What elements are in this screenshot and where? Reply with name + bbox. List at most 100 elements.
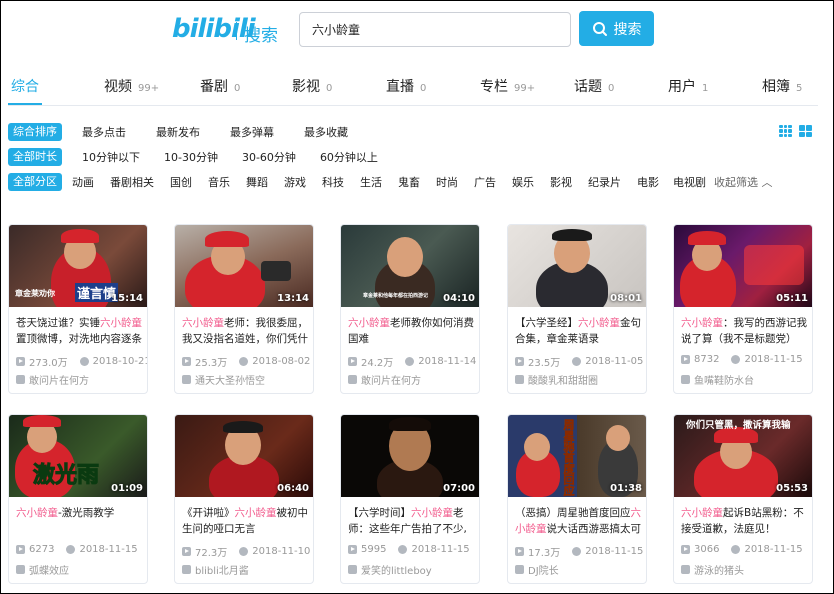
uploader[interactable]: 通天大圣孙悟空 [182, 372, 265, 387]
video-card[interactable]: 你们只管黑，撒诉算我输 05:53 六小龄童起诉B站黑粉：不接受道歉，法庭见！ … [673, 414, 813, 584]
tab-bangumi[interactable]: 番剧 0 [200, 76, 240, 96]
video-title[interactable]: 苍天饶过谁？实锤六小龄童置顶微博，对洗地内容逐条 [16, 315, 144, 347]
video-card[interactable]: 激光雨 01:09 六小龄童-激光雨教学 6273 2018-11-15 弧蝶效应 [8, 414, 148, 584]
filter-duration-item[interactable]: 60分钟以上 [320, 149, 378, 165]
uploader[interactable]: 游泳的猪头 [681, 562, 744, 577]
tab-live[interactable]: 直播 0 [386, 76, 426, 96]
tab-count: 99+ [514, 83, 536, 94]
filter-duration-item[interactable]: 30-60分钟 [242, 149, 296, 165]
filter-duration-item[interactable]: 10分钟以下 [82, 149, 140, 165]
filter-zone-item[interactable]: 生活 [360, 174, 382, 190]
search-box[interactable] [299, 12, 571, 47]
filter-zone-item[interactable]: 影视 [550, 174, 572, 190]
filter-zone-active[interactable]: 全部分区 [8, 173, 62, 191]
video-duration: 01:38 [610, 483, 642, 494]
video-card[interactable]: 07:00 【六学时间】六小龄童老师：这些年广告拍了不少, 5995 2018-1… [340, 414, 480, 584]
video-title[interactable]: 六小龄童老师教你如何消费国难 [348, 315, 476, 347]
filter-zone-item[interactable]: 鬼畜 [398, 174, 420, 190]
uploader[interactable]: 鱼嘴鞋防水台 [681, 372, 754, 387]
filter-zone-item[interactable]: 科技 [322, 174, 344, 190]
tab-album[interactable]: 相簿 5 [762, 76, 802, 96]
title-highlight: 六小龄童 [234, 507, 277, 519]
video-card[interactable]: 08:01 【六学圣经】六小龄童金句合集，章金莱语录 23.5万 2018-11-… [507, 224, 647, 394]
video-card[interactable]: 章金莱劝你 谨言慎 15:14 苍天饶过谁？实锤六小龄童置顶微博，对洗地内容逐条… [8, 224, 148, 394]
tab-user[interactable]: 用户 1 [668, 76, 708, 96]
video-thumbnail[interactable]: 06:40 [175, 415, 313, 497]
upload-date: 2018-11-10 [252, 546, 311, 557]
video-title[interactable]: 六小龄童老师：我很委屈，我又没指名道姓，你们凭什 [182, 315, 310, 347]
filter-duration-active[interactable]: 全部时长 [8, 148, 62, 166]
filter-zone-item[interactable]: 电视剧 [673, 174, 706, 190]
grid-view-icon[interactable] [779, 125, 792, 137]
uploader-name: blibli北月酱 [195, 566, 249, 577]
video-title[interactable]: （恶搞）周星驰首度回应六小龄童说大话西游恶搞太可 [515, 505, 643, 537]
filter-zone-item[interactable]: 动画 [72, 174, 94, 190]
upload-date: 2018-10-21 [92, 356, 148, 367]
tab-all[interactable]: 综合 [11, 76, 39, 96]
filter-zone-item[interactable]: 国创 [170, 174, 192, 190]
tab-count: 0 [326, 83, 333, 94]
search-input[interactable] [300, 13, 570, 46]
filter-duration-item[interactable]: 10-30分钟 [164, 149, 218, 165]
video-thumbnail[interactable]: 你们只管黑，撒诉算我输 05:53 [674, 415, 812, 497]
video-duration: 05:53 [776, 483, 808, 494]
filter-zone-item[interactable]: 番剧相关 [110, 174, 154, 190]
uploader[interactable]: 敢问片在何方 [348, 372, 421, 387]
large-grid-view-icon[interactable] [799, 125, 812, 137]
search-button[interactable]: 搜索 [579, 11, 654, 46]
tab-video[interactable]: 视频 99+ [104, 76, 159, 96]
filter-zone-item[interactable]: 纪录片 [588, 174, 621, 190]
video-title[interactable]: 六小龄童起诉B站黑粉：不接受道歉，法庭见！ [681, 505, 809, 537]
filter-zone-item[interactable]: 时尚 [436, 174, 458, 190]
user-icon [681, 565, 690, 574]
title-highlight: 六小龄童 [100, 317, 142, 329]
filter-zone-item[interactable]: 音乐 [208, 174, 230, 190]
video-title[interactable]: 【六学圣经】六小龄童金句合集，章金莱语录 [515, 315, 643, 347]
filter-zone-item[interactable]: 舞蹈 [246, 174, 268, 190]
play-count-icon [348, 357, 357, 366]
tab-topic[interactable]: 话题 0 [574, 76, 614, 96]
play-count-icon [515, 547, 524, 556]
video-thumbnail[interactable]: 章金莱和他每年都在拍西游记 04:10 [341, 225, 479, 307]
video-title[interactable]: 《开讲啦》六小龄童被初中生问的哑口无言 [182, 505, 310, 537]
filter-order-active[interactable]: 综合排序 [8, 123, 62, 141]
uploader[interactable]: 爱笑的littleboy [348, 562, 432, 577]
video-title[interactable]: 六小龄童：我写的西游记我说了算（我不是标题党） [681, 315, 809, 347]
tab-label: 视频 [104, 79, 132, 95]
uploader[interactable]: 弧蝶效应 [16, 562, 69, 577]
video-card[interactable]: 06:40 《开讲啦》六小龄童被初中生问的哑口无言 72.3万 2018-11-1… [174, 414, 314, 584]
uploader[interactable]: 酸酸乳和甜甜圈 [515, 372, 598, 387]
video-thumbnail[interactable]: 周星驰首度回应 01:38 [508, 415, 646, 497]
filter-order-item[interactable]: 最多弹幕 [230, 124, 274, 140]
tab-label: 综合 [11, 79, 39, 95]
filter-order-item[interactable]: 最新发布 [156, 124, 200, 140]
video-thumbnail[interactable]: 激光雨 01:09 [9, 415, 147, 497]
video-thumbnail[interactable]: 07:00 [341, 415, 479, 497]
video-title[interactable]: 六小龄童-激光雨教学 [16, 505, 144, 537]
clock-icon [239, 357, 249, 366]
video-thumbnail[interactable]: 05:11 [674, 225, 812, 307]
uploader[interactable]: blibli北月酱 [182, 562, 249, 577]
filter-zone-item[interactable]: 游戏 [284, 174, 306, 190]
video-thumbnail[interactable]: 章金莱劝你 谨言慎 15:14 [9, 225, 147, 307]
tab-film[interactable]: 影视 0 [292, 76, 332, 96]
filter-zone-item[interactable]: 电影 [637, 174, 659, 190]
video-card[interactable]: 周星驰首度回应 01:38 （恶搞）周星驰首度回应六小龄童说大话西游恶搞太可 1… [507, 414, 647, 584]
uploader[interactable]: DJ院长 [515, 562, 559, 577]
video-thumbnail[interactable]: 08:01 [508, 225, 646, 307]
video-card[interactable]: 13:14 六小龄童老师：我很委屈，我又没指名道姓，你们凭什 25.3万 2018… [174, 224, 314, 394]
header: bilibili 搜索 搜索 [0, 0, 834, 60]
filter-zone-item[interactable]: 广告 [474, 174, 496, 190]
video-thumbnail[interactable]: 13:14 [175, 225, 313, 307]
uploader[interactable]: 敢问片在何方 [16, 372, 89, 387]
tab-article[interactable]: 专栏 99+ [480, 76, 535, 96]
video-card[interactable]: 章金莱和他每年都在拍西游记 04:10 六小龄童老师教你如何消费国难 24.2万… [340, 224, 480, 394]
filter-order-item[interactable]: 最多收藏 [304, 124, 348, 140]
title-text: 【六学时间】 [348, 507, 411, 519]
filter-order-item[interactable]: 最多点击 [82, 124, 126, 140]
video-card[interactable]: 05:11 六小龄童：我写的西游记我说了算（我不是标题党） 8732 2018-1… [673, 224, 813, 394]
video-title[interactable]: 【六学时间】六小龄童老师：这些年广告拍了不少, [348, 505, 476, 537]
collapse-filter-button[interactable]: 收起筛选 ︿ [714, 174, 773, 190]
filter-zone-item[interactable]: 娱乐 [512, 174, 534, 190]
bilibili-logo[interactable]: bilibili [172, 14, 256, 44]
